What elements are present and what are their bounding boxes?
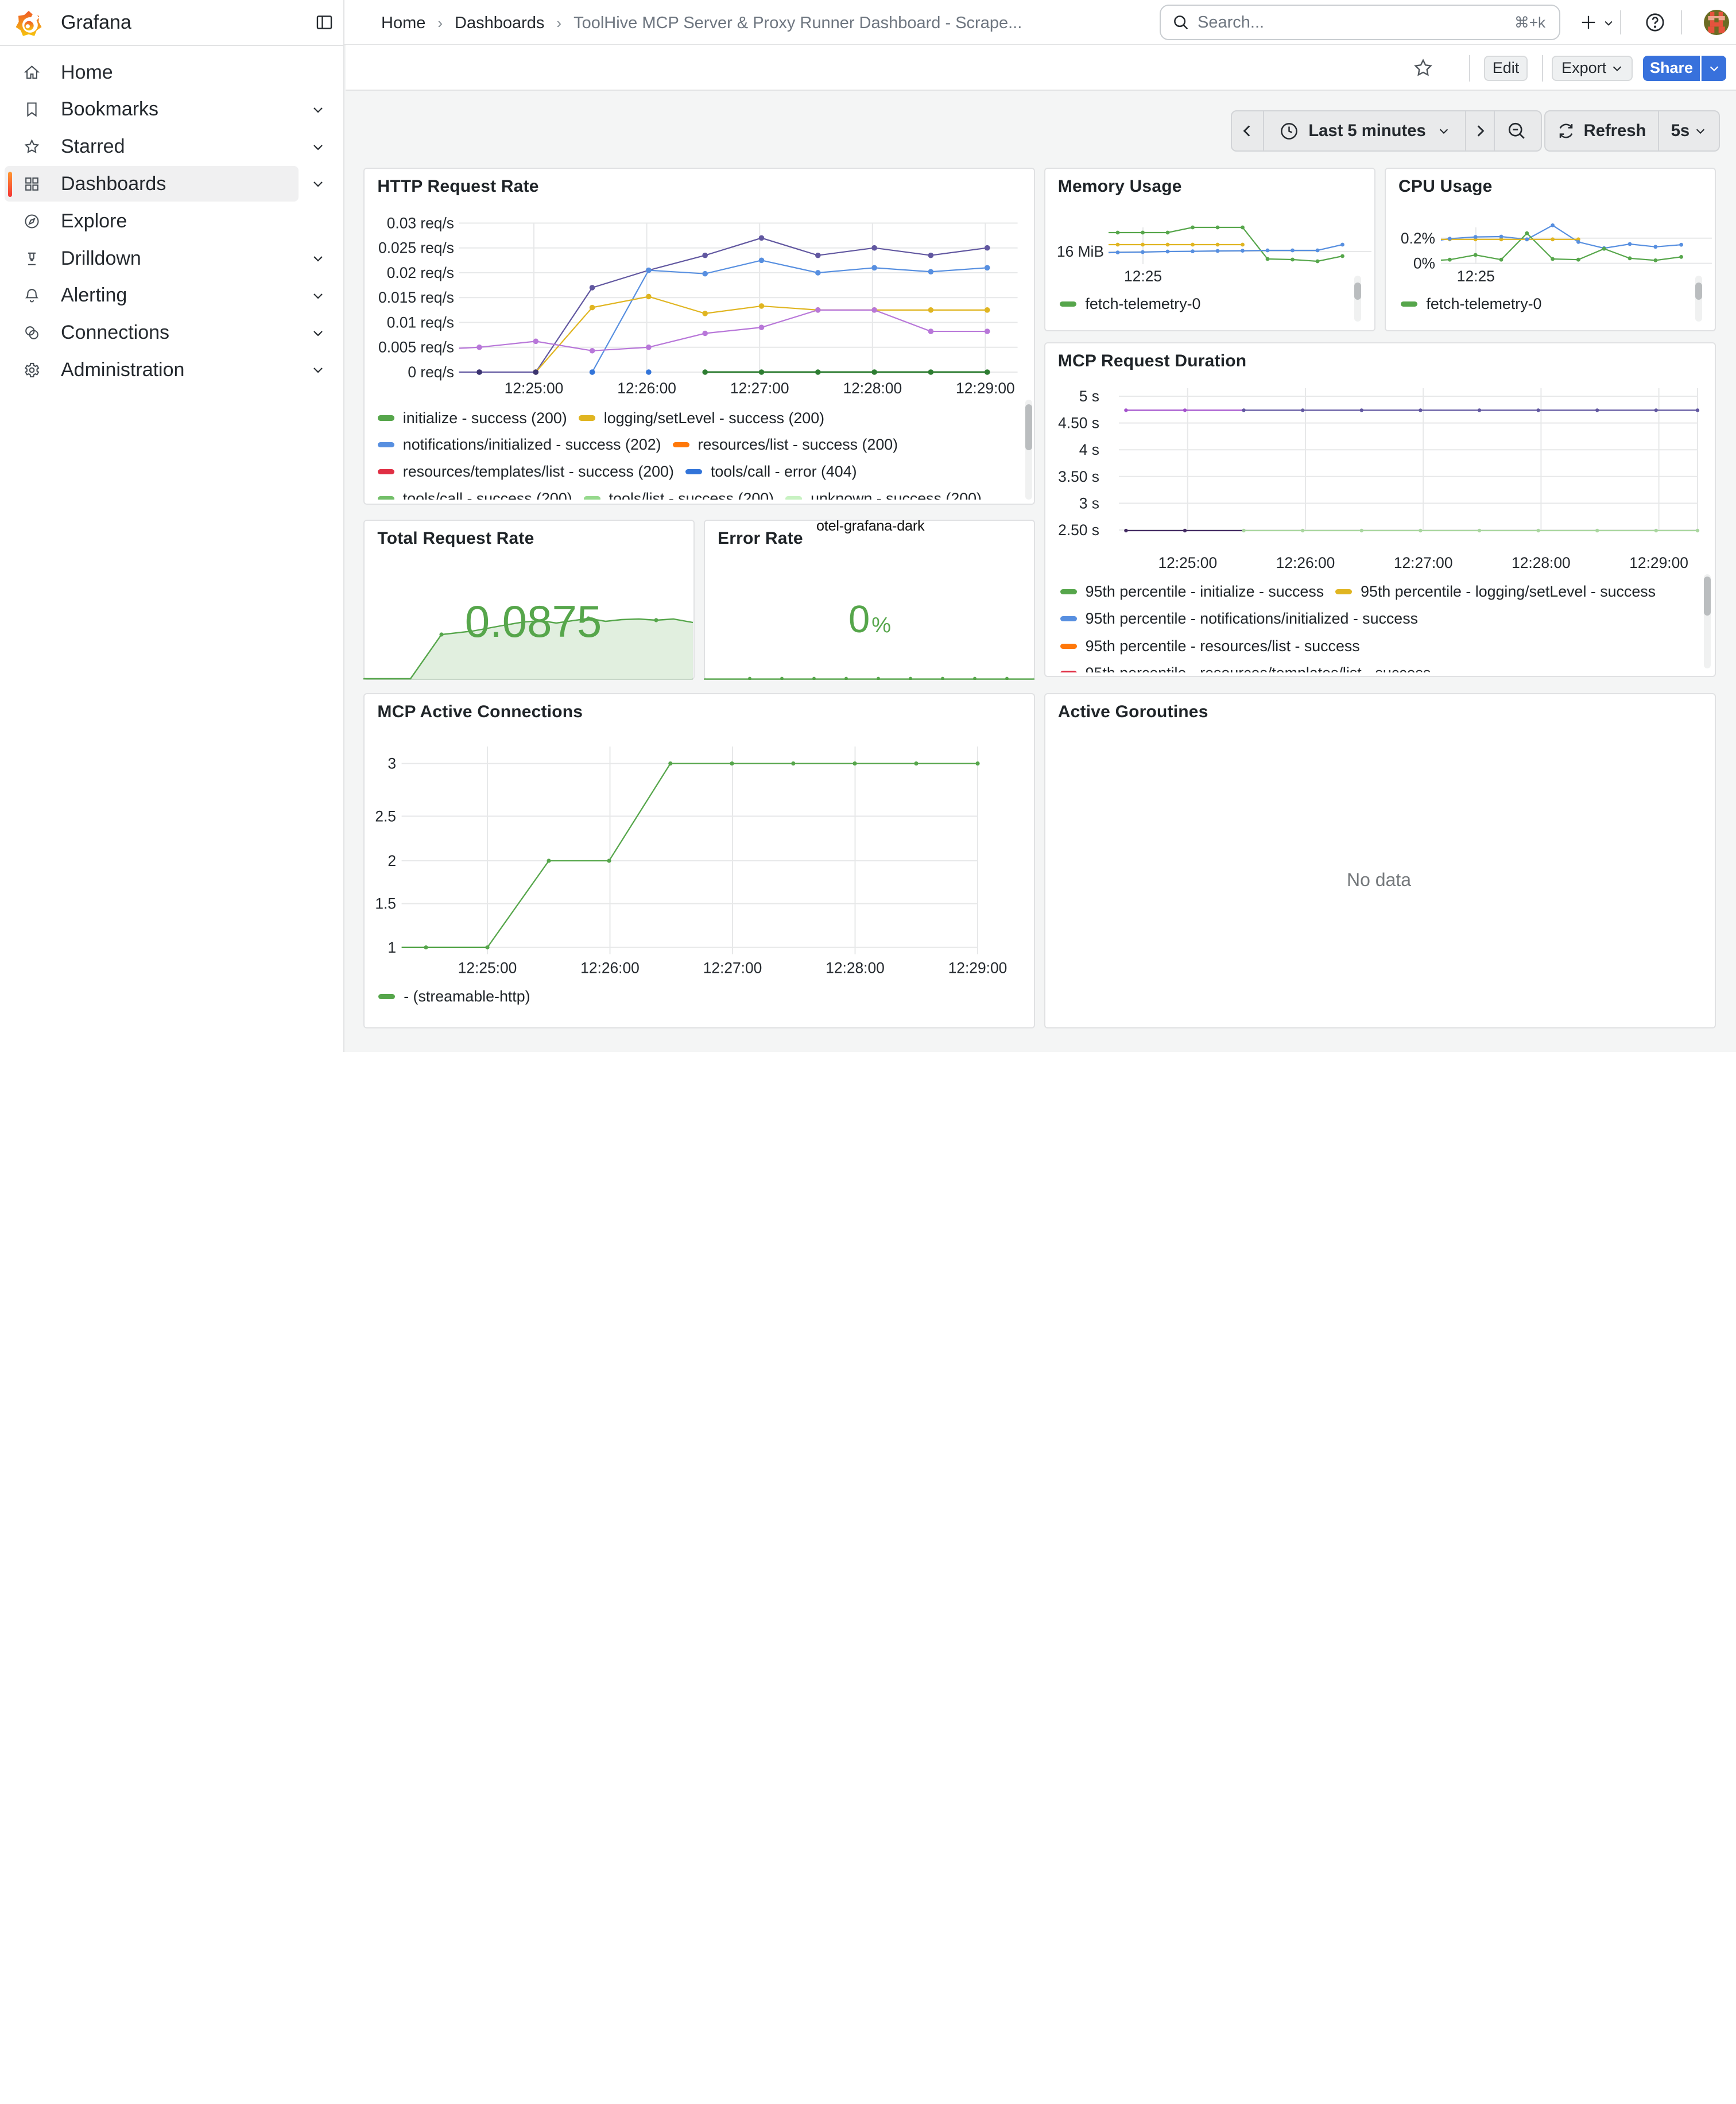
svg-text:0.015 req/s: 0.015 req/s: [378, 289, 454, 306]
svg-text:12:29:00: 12:29:00: [1629, 554, 1688, 571]
svg-text:12:29:00: 12:29:00: [956, 380, 1015, 397]
svg-text:0%: 0%: [1413, 254, 1435, 272]
svg-text:1.5: 1.5: [375, 895, 397, 912]
svg-text:0.005 req/s: 0.005 req/s: [378, 338, 454, 355]
svg-text:12:25:00: 12:25:00: [1158, 554, 1217, 571]
svg-text:12:28:00: 12:28:00: [843, 380, 902, 397]
svg-text:12:29:00: 12:29:00: [948, 959, 1008, 976]
svg-text:0.025 req/s: 0.025 req/s: [378, 239, 454, 256]
svg-text:12:25:00: 12:25:00: [458, 959, 517, 976]
svg-text:0.2%: 0.2%: [1401, 229, 1435, 246]
svg-text:3.50 s: 3.50 s: [1058, 468, 1099, 485]
svg-text:0.01 req/s: 0.01 req/s: [387, 314, 454, 331]
svg-text:12:27:00: 12:27:00: [703, 959, 762, 976]
svg-text:12:25: 12:25: [1124, 268, 1162, 285]
svg-text:4 s: 4 s: [1079, 441, 1099, 458]
svg-text:0 req/s: 0 req/s: [408, 363, 455, 381]
svg-text:0.03 req/s: 0.03 req/s: [387, 214, 454, 231]
svg-text:12:28:00: 12:28:00: [1512, 554, 1571, 571]
svg-text:12:25: 12:25: [1457, 268, 1495, 285]
svg-text:12:26:00: 12:26:00: [581, 959, 640, 976]
svg-text:2.50 s: 2.50 s: [1058, 521, 1099, 539]
svg-text:12:27:00: 12:27:00: [1394, 554, 1453, 571]
svg-text:12:26:00: 12:26:00: [618, 380, 677, 397]
svg-text:12:26:00: 12:26:00: [1276, 554, 1335, 571]
svg-text:4.50 s: 4.50 s: [1058, 415, 1099, 432]
svg-text:1: 1: [388, 939, 397, 956]
svg-text:12:28:00: 12:28:00: [826, 959, 885, 976]
svg-text:12:27:00: 12:27:00: [730, 380, 789, 397]
svg-text:2.5: 2.5: [375, 807, 397, 825]
svg-text:12:25:00: 12:25:00: [505, 380, 564, 397]
svg-text:0.02 req/s: 0.02 req/s: [387, 264, 454, 281]
svg-text:0.0875: 0.0875: [465, 596, 602, 647]
svg-text:3 s: 3 s: [1079, 494, 1099, 512]
svg-text:0%: 0%: [848, 598, 891, 641]
svg-text:16 MiB: 16 MiB: [1057, 243, 1104, 260]
svg-text:2: 2: [388, 852, 397, 869]
svg-text:5 s: 5 s: [1079, 388, 1099, 405]
svg-text:3: 3: [388, 755, 397, 772]
